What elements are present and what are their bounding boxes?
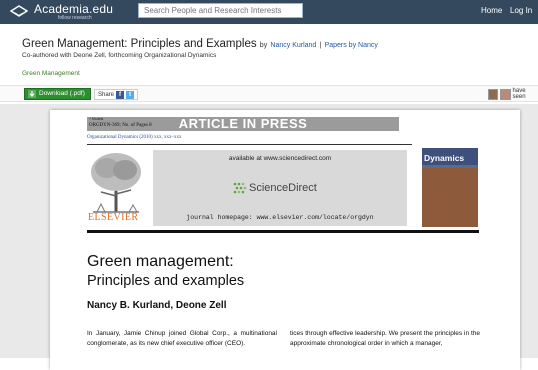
twitter-icon[interactable]: t bbox=[126, 90, 135, 99]
download-label: Download (.pdf) bbox=[39, 90, 85, 97]
document-page: ARTICLE IN PRESS + Models ORGDYN-369; No… bbox=[50, 110, 520, 370]
facebook-icon[interactable]: f bbox=[116, 90, 125, 99]
nav-home-link[interactable]: Home bbox=[481, 6, 502, 15]
nav-login-link[interactable]: Log In bbox=[510, 6, 532, 15]
paper-toolbar: Download (.pdf) Share f t have seen bbox=[0, 85, 538, 102]
research-tag-link[interactable]: Green Management bbox=[22, 70, 80, 77]
paper-title-line: Green Management: Principles and Example… bbox=[22, 38, 532, 50]
article-title: Green management: bbox=[87, 253, 234, 270]
article-in-press-banner: ARTICLE IN PRESS + Models ORGDYN-369; No… bbox=[87, 117, 399, 131]
papers-by-link[interactable]: Papers by Nancy bbox=[325, 42, 378, 49]
cover-title: Dynamics bbox=[424, 153, 465, 163]
share-label: Share bbox=[98, 91, 115, 98]
elsevier-tree-icon bbox=[91, 153, 141, 213]
download-icon bbox=[28, 90, 36, 98]
by-label: by bbox=[259, 42, 268, 49]
body-column-right: tices through effective leadership. We p… bbox=[290, 330, 480, 347]
elsevier-wordmark: ELSEVIER bbox=[88, 212, 139, 223]
sciencedirect-logo: ScienceDirect bbox=[233, 182, 317, 194]
academia-logo-icon bbox=[10, 5, 28, 17]
avatar[interactable] bbox=[488, 88, 499, 100]
document-viewer[interactable]: ARTICLE IN PRESS + Models ORGDYN-369; No… bbox=[0, 104, 538, 370]
models-tag: + Models bbox=[89, 117, 104, 121]
journal-cover-image: Dynamics bbox=[422, 148, 478, 227]
body-column-left: In January, Jamie Chinup joined Global C… bbox=[87, 330, 277, 347]
have-seen-label: have seen bbox=[512, 88, 526, 100]
reference-line: ORGDYN-369; No. of Pages 8 bbox=[89, 123, 152, 128]
academia-logo[interactable]: Academia.edu follow research bbox=[10, 3, 113, 21]
title-rule bbox=[87, 230, 479, 233]
search-input[interactable] bbox=[138, 3, 303, 18]
download-button[interactable]: Download (.pdf) bbox=[24, 88, 91, 100]
article-authors: Nancy B. Kurland, Deone Zell bbox=[87, 300, 227, 311]
article-subtitle: Principles and examples bbox=[87, 273, 245, 289]
separator: | bbox=[319, 42, 322, 49]
journal-homepage-text: journal homepage: www.elsevier.com/locat… bbox=[186, 214, 374, 221]
header-rule bbox=[87, 144, 412, 145]
sciencedirect-logo-icon bbox=[233, 182, 247, 194]
sciencedirect-wordmark: ScienceDirect bbox=[249, 182, 317, 194]
paper-title: Green Management: Principles and Example… bbox=[22, 38, 257, 50]
paper-header: Green Management: Principles and Example… bbox=[22, 38, 532, 50]
coauthor-line: Co-authored with Deone Zell, forthcoming… bbox=[22, 52, 217, 59]
share-widget[interactable]: Share f t bbox=[94, 89, 139, 100]
available-at-text: available at www.sciencedirect.com bbox=[228, 155, 332, 162]
author-link[interactable]: Nancy Kurland bbox=[270, 42, 316, 49]
avatar[interactable] bbox=[500, 88, 511, 100]
viewers-group: have seen bbox=[488, 88, 538, 100]
top-navbar: Academia.edu follow research Home Log In bbox=[0, 0, 538, 24]
sciencedirect-box: available at www.sciencedirect.com Scien… bbox=[153, 150, 407, 226]
journal-line: Organizational Dynamics (2010) xxx, xxx–… bbox=[87, 135, 182, 140]
cover-artwork bbox=[422, 168, 478, 227]
